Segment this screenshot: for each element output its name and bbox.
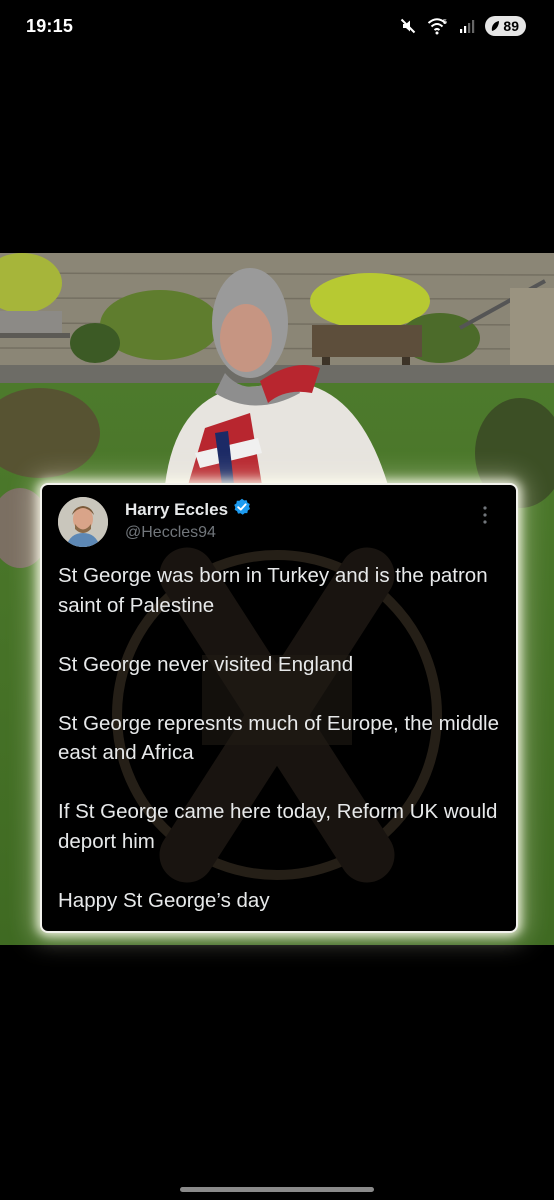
battery-saver-icon (490, 20, 500, 32)
mute-icon (399, 17, 417, 35)
signal-icon (459, 18, 475, 34)
status-time: 19:15 (26, 15, 74, 36)
tweet-paragraph: If St George came here today, Reform UK … (58, 800, 498, 853)
author-name-row: Harry Eccles (125, 498, 251, 521)
svg-text:5: 5 (443, 19, 447, 26)
author-info: Harry Eccles @Heccles94 (125, 498, 251, 542)
battery-indicator: 89 (485, 16, 526, 36)
screen: 19:15 5 89 Harry Eccles @Heccles94 St Ge… (0, 0, 554, 1200)
home-indicator[interactable] (180, 1187, 374, 1192)
tweet-text: St George was born in Turkey and is the … (58, 561, 504, 915)
author-handle[interactable]: @Heccles94 (125, 524, 251, 542)
wifi-icon: 5 (427, 17, 449, 35)
avatar-image (58, 497, 108, 547)
tweet-paragraph: St George was born in Turkey and is the … (58, 564, 488, 617)
tweet-paragraph: St George never visited England (58, 652, 354, 676)
status-icons: 5 89 (399, 16, 526, 36)
tweet-header: Harry Eccles @Heccles94 (58, 497, 502, 551)
tweet-paragraph: Happy St George’s day (58, 888, 270, 912)
tweet-card[interactable]: Harry Eccles @Heccles94 St George was bo… (42, 485, 516, 931)
author-avatar[interactable] (58, 497, 108, 547)
verified-badge-icon (233, 498, 251, 521)
more-vertical-icon (483, 506, 487, 524)
more-options-button[interactable] (476, 504, 494, 526)
status-bar: 19:15 5 89 (0, 0, 554, 52)
author-name[interactable]: Harry Eccles (125, 500, 228, 520)
battery-level: 89 (503, 18, 519, 34)
tweet-paragraph: St George represnts much of Europe, the … (58, 711, 499, 765)
